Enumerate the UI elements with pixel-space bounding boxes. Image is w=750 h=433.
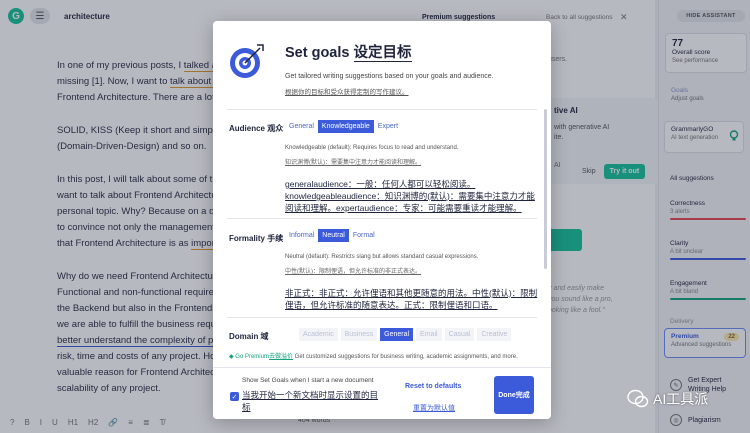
divider [227,109,537,110]
go-premium-link[interactable]: Go Premium [235,354,269,360]
option-knowledgeable[interactable]: Knowledgeable [317,120,374,133]
show-goals-checkbox[interactable]: ✓ [230,392,239,401]
option-neutral[interactable]: Neutral [318,229,349,242]
reset-defaults-button[interactable]: Reset to defaults [405,383,461,390]
set-goals-dialog: Set goals 设定目标 Get tailored writing sugg… [213,21,551,419]
dialog-footer: ✓ Show Set Goals when I start a new docu… [213,367,551,419]
reset-defaults-cn: 重置为默认值 [413,405,455,412]
formality-selector: Informal Neutral Formal [285,229,379,242]
dialog-subtitle: Get tailored writing suggestions based o… [285,73,494,96]
premium-note: ◆ Go Premium去做溢价 Get customized suggesti… [229,352,539,362]
formality-translation: 非正式：非正式：允许俚语和其他更随意的用法。中性(默认)：限制俚语，但允许标准的… [285,288,538,310]
audience-label: Audience 观众 [229,124,284,133]
option-general[interactable]: General [285,120,318,133]
domain-selector: Academic Business General Email Casual Creati… [299,328,514,341]
option-business[interactable]: Business [340,328,378,341]
audience-description: Knowledgeable (default): Requires focus … [285,145,459,166]
domain-label: Domain 域 [229,332,269,341]
target-icon [230,44,264,78]
option-expert[interactable]: Expert [374,120,402,133]
option-formal[interactable]: Formal [349,229,379,242]
option-informal[interactable]: Informal [285,229,318,242]
option-academic[interactable]: Academic [299,328,338,341]
divider [227,218,537,219]
show-goals-label: Show Set Goals when I start a new docume… [242,377,379,412]
option-email[interactable]: Email [416,328,442,341]
dialog-scrollbar[interactable] [544,109,547,269]
formality-description: Neutral (default): Restricts slang but a… [285,254,479,275]
wechat-icon [627,389,649,408]
audience-selector: General Knowledgeable Expert [285,120,402,133]
formality-label: Formality 手续 [229,234,284,243]
done-button[interactable]: Done完成 [494,376,534,414]
divider [227,317,537,318]
premium-note-text: Get customized suggestions for business … [293,354,518,360]
dialog-title: Set goals 设定目标 [285,45,412,62]
premium-diamond-icon: ◆ [229,354,234,360]
audience-translation: generalaudience：一般：任何人都可以轻松阅读。knowledgea… [285,179,535,213]
option-creative[interactable]: Creative [477,328,512,341]
option-general[interactable]: General [380,328,414,341]
watermark: AI工具派 [627,389,708,409]
option-casual[interactable]: Casual [444,328,475,341]
dialog-content: Set goals 设定目标 Get tailored writing sugg… [213,21,551,367]
go-premium-cn: 去做溢价 [268,354,293,360]
